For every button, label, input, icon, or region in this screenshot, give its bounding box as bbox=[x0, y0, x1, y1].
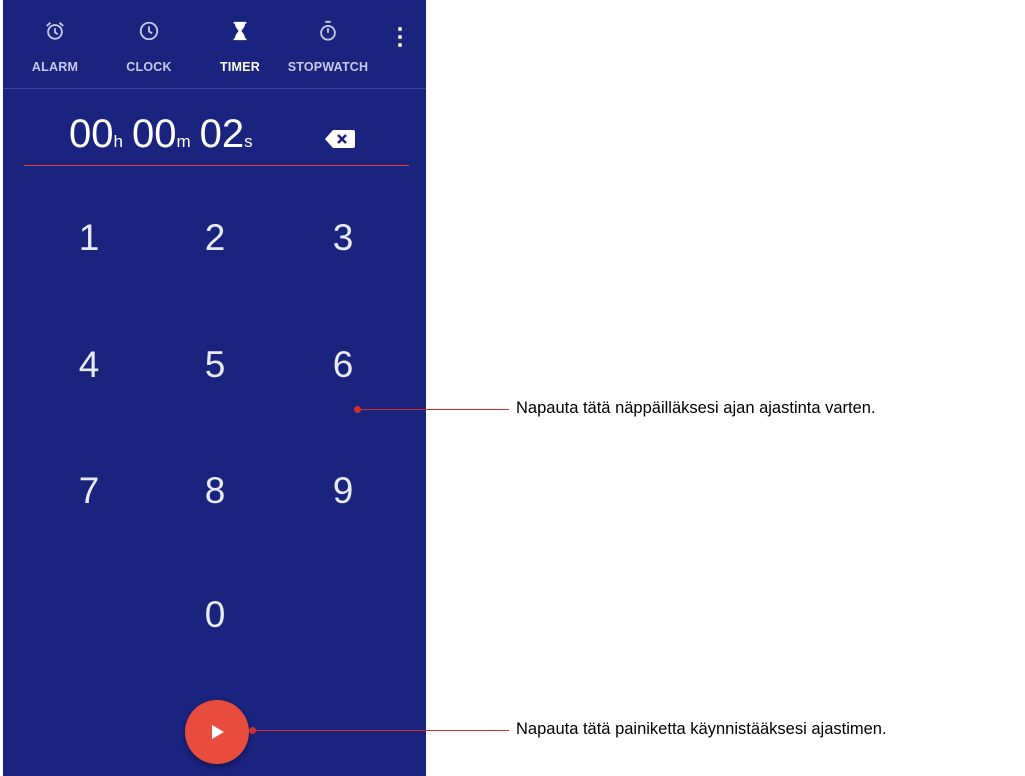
tab-bar: ALARM CLOCK TIMER STOPWATCH bbox=[3, 0, 426, 88]
seconds-value: 02 bbox=[199, 112, 245, 156]
alarm-icon bbox=[46, 22, 64, 40]
stopwatch-icon bbox=[320, 20, 336, 41]
callout-start-text: Napauta tätä painiketta käynnistääksesi … bbox=[516, 720, 887, 738]
callout-start-line bbox=[253, 730, 509, 731]
tab-stopwatch-label: STOPWATCH bbox=[287, 60, 369, 74]
tab-timer-label: TIMER bbox=[220, 60, 260, 74]
seconds-unit: s bbox=[244, 132, 253, 151]
minutes-unit: m bbox=[176, 132, 191, 151]
tab-clock-label: CLOCK bbox=[126, 60, 172, 74]
callout-keypad-text: Napauta tätä näppäilläksesi ajan ajastin… bbox=[516, 399, 876, 417]
clock-icon bbox=[139, 21, 159, 41]
keypad-key-1[interactable]: 1 bbox=[47, 208, 131, 268]
overflow-menu-icon[interactable] bbox=[388, 24, 412, 50]
keypad-key-6[interactable]: 6 bbox=[301, 335, 385, 395]
start-timer-button[interactable] bbox=[185, 700, 249, 764]
tab-stopwatch[interactable]: STOPWATCH bbox=[283, 0, 373, 88]
tab-timer[interactable]: TIMER bbox=[195, 0, 285, 88]
keypad-key-9[interactable]: 9 bbox=[301, 461, 385, 521]
tab-clock[interactable]: CLOCK bbox=[104, 0, 194, 88]
keypad-key-0[interactable]: 0 bbox=[173, 585, 257, 645]
keypad-key-8[interactable]: 8 bbox=[173, 461, 257, 521]
tab-divider bbox=[3, 88, 426, 89]
timer-screen: ALARM CLOCK TIMER STOPWATCH 00h 00m 02s … bbox=[3, 0, 426, 776]
timer-display: 00h 00m 02s bbox=[69, 112, 253, 157]
tab-alarm[interactable]: ALARM bbox=[10, 0, 100, 88]
minutes-value: 00 bbox=[131, 112, 177, 156]
keypad-key-2[interactable]: 2 bbox=[173, 208, 257, 268]
hours-value: 00 bbox=[69, 112, 114, 156]
tab-alarm-label: ALARM bbox=[31, 60, 79, 74]
keypad-key-7[interactable]: 7 bbox=[47, 461, 131, 521]
keypad-key-3[interactable]: 3 bbox=[301, 208, 385, 268]
callout-keypad-line bbox=[358, 409, 509, 410]
hours-unit: h bbox=[113, 132, 123, 151]
backspace-icon[interactable] bbox=[325, 129, 355, 149]
play-icon bbox=[212, 725, 224, 739]
timer-input-underline bbox=[24, 165, 409, 166]
keypad-key-4[interactable]: 4 bbox=[47, 335, 131, 395]
hourglass-icon bbox=[233, 21, 247, 41]
keypad-key-5[interactable]: 5 bbox=[173, 335, 257, 395]
